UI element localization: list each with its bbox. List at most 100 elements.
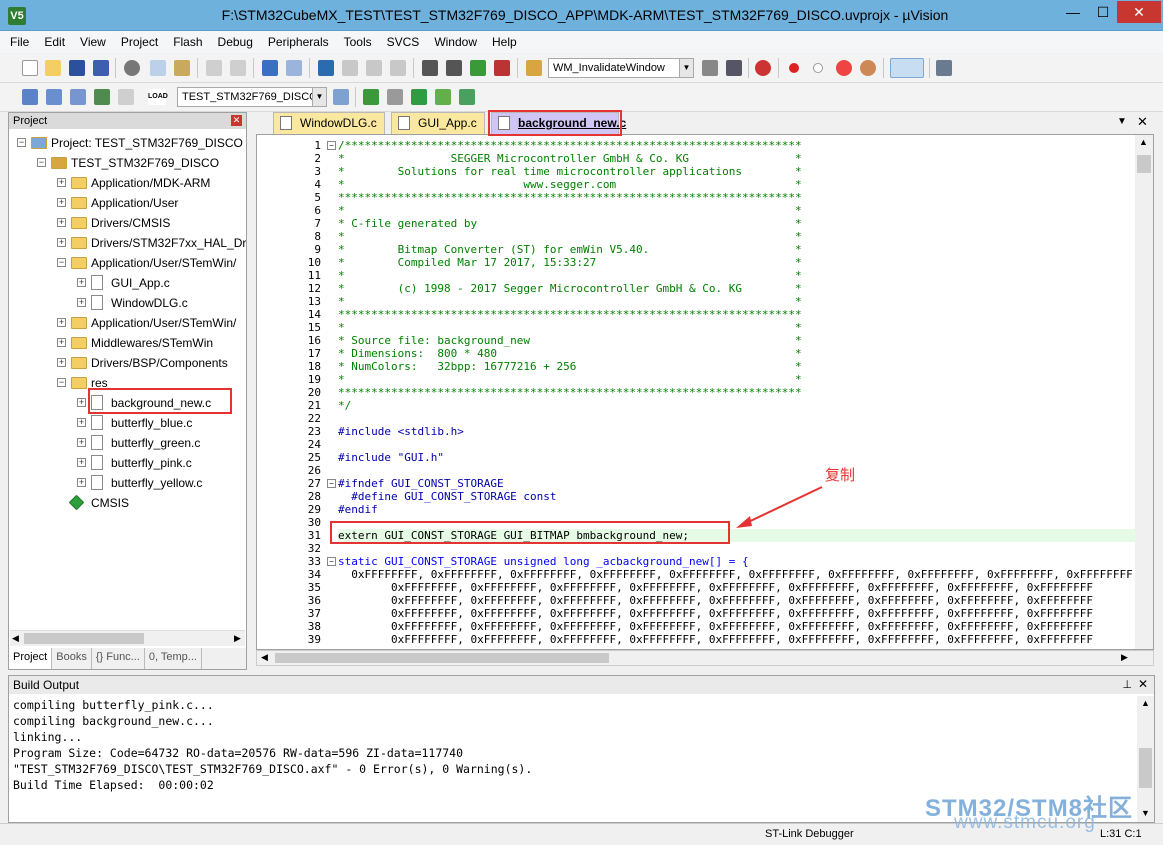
scrollbar-thumb[interactable]	[24, 633, 144, 644]
expand-icon[interactable]: +	[57, 238, 66, 247]
pin-icon[interactable]: ⊥	[1122, 678, 1132, 691]
file-extensions-icon[interactable]	[387, 89, 403, 105]
comment-icon[interactable]	[470, 60, 486, 76]
expand-icon[interactable]: +	[57, 318, 66, 327]
expand-icon[interactable]: +	[57, 338, 66, 347]
uncomment-icon[interactable]	[494, 60, 510, 76]
window-layout-icon[interactable]	[890, 58, 924, 78]
code-line[interactable]: #include "GUI.h"	[338, 451, 1135, 464]
maximize-button[interactable]: ☐	[1088, 1, 1118, 23]
tree-item[interactable]: + Drivers/BSP/Components	[9, 353, 246, 373]
code-line[interactable]: * C-file generated by *	[338, 217, 1135, 230]
copy-icon[interactable]	[150, 60, 166, 76]
scroll-right-icon[interactable]: ▶	[1121, 652, 1128, 663]
code-line[interactable]: 0xFFFFFFFF, 0xFFFFFFFF, 0xFFFFFFFF, 0xFF…	[338, 607, 1135, 620]
code-line[interactable]	[338, 464, 1135, 477]
navigate-back-icon[interactable]	[262, 60, 278, 76]
code-line[interactable]: #include <stdlib.h>	[338, 425, 1135, 438]
fold-icon[interactable]: −	[327, 141, 336, 150]
disable-breakpoint-icon[interactable]	[813, 63, 823, 73]
fold-icon[interactable]: −	[327, 479, 336, 488]
code-line[interactable]: * *	[338, 204, 1135, 217]
tree-item[interactable]: + butterfly_blue.c	[9, 413, 246, 433]
load-icon[interactable]: LOAD	[148, 89, 168, 105]
code-line[interactable]: * *	[338, 373, 1135, 386]
code-editor[interactable]: 1 2 3 4 5 6 7 8 9 10 11 12 13 14 15 16 17 18 19 20 21 22 23 24 2…	[256, 134, 1154, 650]
code-line[interactable]	[338, 438, 1135, 451]
save-icon[interactable]	[69, 60, 85, 76]
code-line[interactable]: 0xFFFFFFFF, 0xFFFFFFFF, 0xFFFFFFFF, 0xFF…	[338, 568, 1153, 581]
code-line[interactable]: * Dimensions: 800 * 480 *	[338, 347, 1135, 360]
paste-icon[interactable]	[174, 60, 190, 76]
breakpoint-icon[interactable]	[789, 63, 799, 73]
next-bookmark-icon[interactable]	[366, 60, 382, 76]
fold-icon[interactable]: −	[327, 557, 336, 566]
scrollbar-thumb[interactable]	[275, 653, 609, 663]
code-line[interactable]: * *	[338, 269, 1135, 282]
scroll-right-icon[interactable]: ▶	[234, 633, 241, 644]
menu-tools[interactable]: Tools	[344, 35, 372, 49]
expand-icon[interactable]: +	[57, 218, 66, 227]
expand-icon[interactable]: +	[77, 278, 86, 287]
code-line[interactable]: ****************************************…	[338, 308, 1135, 321]
scroll-left-icon[interactable]: ◀	[261, 652, 268, 663]
navigate-forward-icon[interactable]	[286, 60, 302, 76]
code-line[interactable]	[338, 412, 1135, 425]
start-debug-icon[interactable]	[755, 60, 771, 76]
open-folder-icon[interactable]	[45, 60, 61, 76]
tree-item[interactable]: − Project: TEST_STM32F769_DISCO	[9, 133, 246, 153]
scroll-up-icon[interactable]: ▲	[1141, 698, 1150, 708]
configure-icon[interactable]	[936, 60, 952, 76]
tree-item[interactable]: − TEST_STM32F769_DISCO	[9, 153, 246, 173]
chevron-down-icon[interactable]: ▼	[312, 88, 326, 106]
menu-edit[interactable]: Edit	[44, 35, 65, 49]
build-vertical-scrollbar[interactable]: ▲ ▼	[1137, 696, 1154, 822]
menu-view[interactable]: View	[80, 35, 106, 49]
expand-icon[interactable]: +	[77, 298, 86, 307]
disable-all-breakpoints-icon[interactable]	[860, 60, 876, 76]
code-line[interactable]: * Bitmap Converter (ST) for emWin V5.40.…	[338, 243, 1135, 256]
project-horizontal-scrollbar[interactable]: ◀ ▶	[10, 630, 245, 646]
expand-icon[interactable]: +	[57, 198, 66, 207]
expand-icon[interactable]: +	[77, 418, 86, 427]
kill-breakpoints-icon[interactable]	[836, 60, 852, 76]
collapse-icon[interactable]: −	[17, 138, 26, 147]
bookmark-icon[interactable]	[318, 60, 334, 76]
tree-item[interactable]: + Application/User	[9, 193, 246, 213]
code-line[interactable]: 0xFFFFFFFF, 0xFFFFFFFF, 0xFFFFFFFF, 0xFF…	[338, 594, 1135, 607]
scroll-down-icon[interactable]: ▼	[1141, 808, 1150, 818]
code-line[interactable]: * SEGGER Microcontroller GmbH & Co. KG *	[338, 152, 1135, 165]
code-line[interactable]: * www.segger.com *	[338, 178, 1135, 191]
tab-books[interactable]: Books	[52, 648, 92, 669]
expand-icon[interactable]: +	[77, 478, 86, 487]
expand-icon[interactable]: +	[57, 358, 66, 367]
code-line[interactable]: ****************************************…	[338, 386, 1135, 399]
tree-item[interactable]: − Application/User/STemWin/	[9, 253, 246, 273]
cut-icon[interactable]	[124, 60, 140, 76]
expand-icon[interactable]: +	[77, 398, 86, 407]
tree-item[interactable]: + butterfly_yellow.c	[9, 473, 246, 493]
code-line[interactable]: * Source file: background_new *	[338, 334, 1135, 347]
find-icon[interactable]	[702, 60, 718, 76]
code-line[interactable]: */	[338, 399, 1135, 412]
tree-item[interactable]: + Application/User/STemWin/	[9, 313, 246, 333]
tab-gui-app-c[interactable]: GUI_App.c	[391, 112, 485, 134]
code-line[interactable]: * NumColors: 32bpp: 16777216 + 256 *	[338, 360, 1135, 373]
code-line[interactable]: 0xFFFFFFFF, 0xFFFFFFFF, 0xFFFFFFFF, 0xFF…	[338, 620, 1135, 633]
tab-templates[interactable]: 0, Temp...	[145, 648, 202, 669]
code-line[interactable]: 0xFFFFFFFF, 0xFFFFFFFF, 0xFFFFFFFF, 0xFF…	[338, 581, 1135, 594]
target-options-icon[interactable]	[333, 89, 349, 105]
close-window-button[interactable]: ✕	[1117, 1, 1161, 23]
clear-bookmarks-icon[interactable]	[390, 60, 406, 76]
menu-flash[interactable]: Flash	[173, 35, 202, 49]
code-line[interactable]: ****************************************…	[338, 191, 1135, 204]
collapse-icon[interactable]: −	[57, 378, 66, 387]
code-line[interactable]: * Compiled Mar 17 2017, 15:33:27 *	[338, 256, 1135, 269]
manage-project-icon[interactable]	[363, 89, 379, 105]
editor-vertical-scrollbar[interactable]: ▲	[1135, 135, 1153, 649]
collapse-icon[interactable]: −	[57, 258, 66, 267]
code-line[interactable]: * (c) 1998 - 2017 Segger Microcontroller…	[338, 282, 1135, 295]
build-icon[interactable]	[46, 89, 62, 105]
stop-build-icon[interactable]	[118, 89, 134, 105]
tree-item[interactable]: + WindowDLG.c	[9, 293, 246, 313]
